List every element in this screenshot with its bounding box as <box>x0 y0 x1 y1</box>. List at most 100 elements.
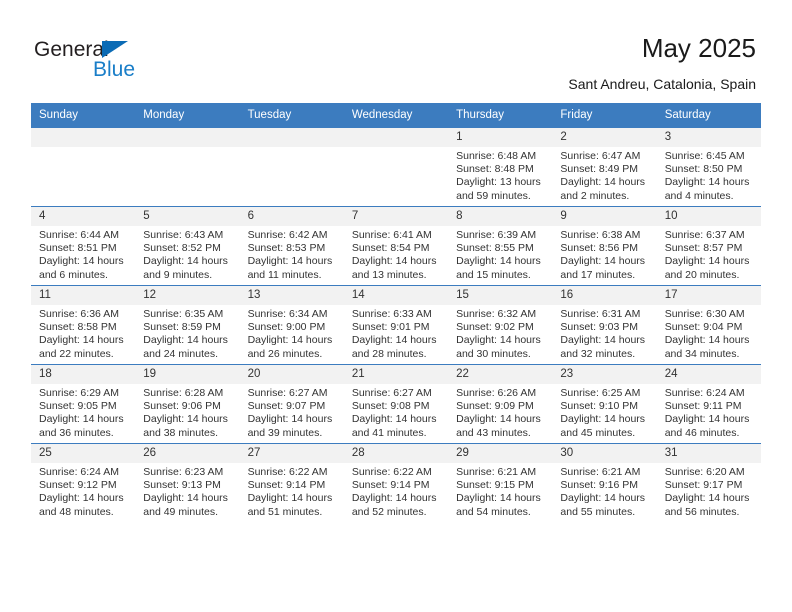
day-details: Sunrise: 6:30 AM Sunset: 9:04 PM Daylight:… <box>657 305 761 361</box>
general-blue-logo[interactable]: General Blue <box>34 38 194 88</box>
day-number: 19 <box>135 365 240 384</box>
day-details: Sunrise: 6:26 AM Sunset: 9:09 PM Daylight:… <box>448 384 552 440</box>
calendar-day-cell[interactable]: 8 Sunrise: 6:39 AM Sunset: 8:55 PM Daylight… <box>448 206 553 286</box>
day-details: Sunrise: 6:41 AM Sunset: 8:54 PM Daylight:… <box>344 226 448 282</box>
calendar-day-cell[interactable]: 9 Sunrise: 6:38 AM Sunset: 8:56 PM Daylight… <box>552 206 657 286</box>
day-details: Sunrise: 6:33 AM Sunset: 9:01 PM Daylight:… <box>344 305 448 361</box>
daylight-line2-text: and 55 minutes. <box>560 505 636 518</box>
calendar-day-cell[interactable]: 21 Sunrise: 6:27 AM Sunset: 9:08 PM Dayligh… <box>343 364 449 444</box>
page-header: General Blue May 2025 Sant Andreu, Catal… <box>0 0 792 100</box>
daylight-line2-text: and 15 minutes. <box>456 268 531 281</box>
day-number: 11 <box>31 286 136 305</box>
triangle-icon <box>102 41 128 58</box>
calendar-day-cell[interactable]: 29 Sunrise: 6:21 AM Sunset: 9:15 PM Dayligh… <box>448 443 553 522</box>
calendar-grid: Sunday Monday Tuesday Wednesday Thursday… <box>31 103 761 522</box>
calendar-day-cell[interactable]: 13 Sunrise: 6:34 AM Sunset: 9:00 PM Dayligh… <box>239 285 344 365</box>
calendar-day-cell-empty <box>239 127 344 207</box>
daylight-line2-text: and 43 minutes. <box>456 426 531 439</box>
sunrise-text: Sunrise: 6:35 AM <box>143 308 224 320</box>
calendar-day-cell[interactable]: 5 Sunrise: 6:43 AM Sunset: 8:52 PM Daylight… <box>135 206 240 286</box>
daylight-line1-text: Daylight: 14 hours <box>456 413 541 426</box>
daylight-line1-text: Daylight: 14 hours <box>247 255 333 268</box>
sunrise-text: Sunrise: 6:28 AM <box>143 387 224 399</box>
calendar-day-cell[interactable]: 1 Sunrise: 6:48 AM Sunset: 8:48 PM Daylight… <box>448 127 553 207</box>
calendar-day-cell[interactable]: 11 Sunrise: 6:36 AM Sunset: 8:58 PM Dayligh… <box>31 285 136 365</box>
sunrise-text: Sunrise: 6:39 AM <box>456 229 537 241</box>
sunset-text: Sunset: 9:02 PM <box>456 321 534 334</box>
day-number: 27 <box>239 444 344 463</box>
daylight-line2-text: and 34 minutes. <box>664 347 740 360</box>
daylight-line2-text: and 6 minutes. <box>39 268 108 281</box>
day-details: Sunrise: 6:48 AM Sunset: 8:48 PM Daylight:… <box>448 147 552 203</box>
day-number: 13 <box>239 286 344 305</box>
day-number: 9 <box>552 207 657 226</box>
calendar-day-cell[interactable]: 3 Sunrise: 6:45 AM Sunset: 8:50 PM Daylight… <box>656 127 761 207</box>
sunset-text: Sunset: 8:52 PM <box>143 242 221 255</box>
daylight-line2-text: and 22 minutes. <box>39 347 114 360</box>
calendar-day-cell[interactable]: 24 Sunrise: 6:24 AM Sunset: 9:11 PM Dayligh… <box>656 364 761 444</box>
calendar-day-cell[interactable]: 4 Sunrise: 6:44 AM Sunset: 8:51 PM Daylight… <box>31 206 136 286</box>
calendar-day-cell[interactable]: 30 Sunrise: 6:21 AM Sunset: 9:16 PM Dayligh… <box>552 443 657 522</box>
calendar-day-cell[interactable]: 26 Sunrise: 6:23 AM Sunset: 9:13 PM Dayligh… <box>135 443 240 522</box>
calendar-day-cell[interactable]: 15 Sunrise: 6:32 AM Sunset: 9:02 PM Dayligh… <box>448 285 553 365</box>
daylight-line1-text: Daylight: 14 hours <box>247 334 333 347</box>
day-details: Sunrise: 6:25 AM Sunset: 9:10 PM Daylight:… <box>552 384 656 440</box>
day-details: Sunrise: 6:21 AM Sunset: 9:15 PM Daylight:… <box>448 463 552 519</box>
sunset-text: Sunset: 9:12 PM <box>39 479 117 492</box>
day-details: Sunrise: 6:23 AM Sunset: 9:13 PM Daylight:… <box>135 463 239 519</box>
sunset-text: Sunset: 9:14 PM <box>247 479 326 492</box>
daylight-line1-text: Daylight: 14 hours <box>39 255 124 268</box>
daylight-line2-text: and 54 minutes. <box>456 505 531 518</box>
calendar-day-cell[interactable]: 25 Sunrise: 6:24 AM Sunset: 9:12 PM Dayligh… <box>31 443 136 522</box>
calendar-week-row: 4 Sunrise: 6:44 AM Sunset: 8:51 PM Daylight… <box>31 206 761 286</box>
calendar-day-cell[interactable]: 10 Sunrise: 6:37 AM Sunset: 8:57 PM Dayligh… <box>656 206 761 286</box>
day-number: 25 <box>31 444 136 463</box>
calendar-day-cell[interactable]: 16 Sunrise: 6:31 AM Sunset: 9:03 PM Dayligh… <box>552 285 657 365</box>
day-number: 22 <box>448 365 553 384</box>
daylight-line2-text: and 32 minutes. <box>560 347 636 360</box>
calendar-page: General Blue May 2025 Sant Andreu, Catal… <box>0 0 792 612</box>
day-number: 3 <box>656 128 761 147</box>
calendar-day-cell[interactable]: 12 Sunrise: 6:35 AM Sunset: 8:59 PM Dayligh… <box>135 285 240 365</box>
sunset-text: Sunset: 8:50 PM <box>664 163 743 176</box>
calendar-day-cell[interactable]: 2 Sunrise: 6:47 AM Sunset: 8:49 PM Daylight… <box>552 127 657 207</box>
calendar-day-cell[interactable]: 6 Sunrise: 6:42 AM Sunset: 8:53 PM Daylight… <box>239 206 344 286</box>
weekday-header-saturday: Saturday <box>656 103 761 128</box>
calendar-day-cell[interactable]: 7 Sunrise: 6:41 AM Sunset: 8:54 PM Daylight… <box>343 206 449 286</box>
calendar-day-cell[interactable]: 22 Sunrise: 6:26 AM Sunset: 9:09 PM Dayligh… <box>448 364 553 444</box>
day-number: 17 <box>656 286 761 305</box>
daylight-line2-text: and 49 minutes. <box>143 505 218 518</box>
daylight-line1-text: Daylight: 14 hours <box>560 492 646 505</box>
day-details: Sunrise: 6:22 AM Sunset: 9:14 PM Daylight:… <box>240 463 344 519</box>
weekday-header-tuesday: Tuesday <box>239 103 344 128</box>
calendar-day-cell[interactable]: 27 Sunrise: 6:22 AM Sunset: 9:14 PM Dayligh… <box>239 443 344 522</box>
calendar-week-row: 18 Sunrise: 6:29 AM Sunset: 9:05 PM Dayligh… <box>31 364 761 444</box>
day-details: Sunrise: 6:44 AM Sunset: 8:51 PM Daylight:… <box>31 226 135 282</box>
calendar-day-cell[interactable]: 31 Sunrise: 6:20 AM Sunset: 9:17 PM Dayligh… <box>656 443 761 522</box>
calendar-day-cell[interactable]: 19 Sunrise: 6:28 AM Sunset: 9:06 PM Dayligh… <box>135 364 240 444</box>
day-details: Sunrise: 6:43 AM Sunset: 8:52 PM Daylight:… <box>135 226 239 282</box>
daylight-line2-text: and 39 minutes. <box>247 426 323 439</box>
daylight-line2-text: and 2 minutes. <box>560 189 630 202</box>
calendar-day-cell[interactable]: 23 Sunrise: 6:25 AM Sunset: 9:10 PM Dayligh… <box>552 364 657 444</box>
daylight-line2-text: and 46 minutes. <box>664 426 740 439</box>
calendar-day-cell[interactable]: 20 Sunrise: 6:27 AM Sunset: 9:07 PM Dayligh… <box>239 364 344 444</box>
sunrise-text: Sunrise: 6:21 AM <box>456 466 537 478</box>
daylight-line2-text: and 26 minutes. <box>247 347 323 360</box>
calendar-day-cell[interactable]: 17 Sunrise: 6:30 AM Sunset: 9:04 PM Dayligh… <box>656 285 761 365</box>
day-details: Sunrise: 6:32 AM Sunset: 9:02 PM Daylight:… <box>448 305 552 361</box>
location-subtitle: Sant Andreu, Catalonia, Spain <box>568 76 756 92</box>
calendar-day-cell[interactable]: 28 Sunrise: 6:22 AM Sunset: 9:14 PM Dayligh… <box>343 443 449 522</box>
calendar-day-cell[interactable]: 14 Sunrise: 6:33 AM Sunset: 9:01 PM Dayligh… <box>343 285 449 365</box>
sunrise-text: Sunrise: 6:24 AM <box>39 466 119 478</box>
calendar-day-cell[interactable]: 18 Sunrise: 6:29 AM Sunset: 9:05 PM Dayligh… <box>31 364 136 444</box>
weekday-header-friday: Friday <box>552 103 657 128</box>
daylight-line1-text: Daylight: 14 hours <box>351 413 437 426</box>
sunrise-text: Sunrise: 6:34 AM <box>247 308 328 320</box>
day-details: Sunrise: 6:37 AM Sunset: 8:57 PM Daylight:… <box>657 226 761 282</box>
calendar-day-cell-empty <box>343 127 449 207</box>
daylight-line1-text: Daylight: 14 hours <box>351 492 437 505</box>
sunset-text: Sunset: 8:56 PM <box>560 242 639 255</box>
day-number: 12 <box>135 286 240 305</box>
sunset-text: Sunset: 8:54 PM <box>351 242 430 255</box>
